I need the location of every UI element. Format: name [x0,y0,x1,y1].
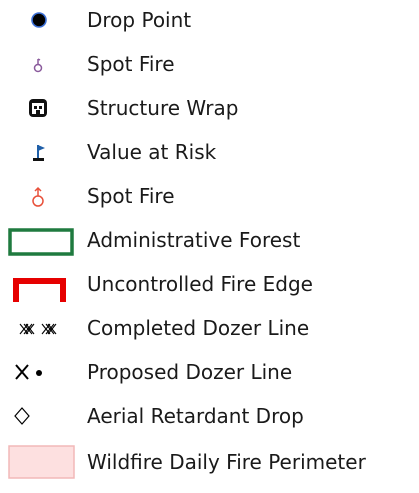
legend-item-drop-point: Drop Point [0,0,419,40]
aerial-retardant-drop-icon [0,396,80,436]
spot-fire-icon [0,176,80,216]
value-at-risk-flag-icon [0,132,80,172]
legend-item-aerial-retardant-drop: Aerial Retardant Drop [0,396,419,436]
legend-item-uncontrolled-fire-edge: Uncontrolled Fire Edge [0,264,419,304]
legend-label: Administrative Forest [87,228,301,252]
legend-item-spot-fire: Spot Fire [0,176,419,216]
wildfire-perimeter-swatch-icon [0,442,80,482]
legend-label: Wildfire Daily Fire Perimeter [87,450,366,474]
legend-item-value-at-risk: Value at Risk [0,132,419,172]
drop-point-icon [0,0,80,40]
legend-label: Spot Fire [87,184,175,208]
completed-dozer-line-icon [0,308,80,348]
spot-fire-small-icon [0,44,80,84]
legend-item-administrative-forest: Administrative Forest [0,220,419,260]
legend-label: Value at Risk [87,140,217,164]
legend-label: Completed Dozer Line [87,316,310,340]
legend-label: Aerial Retardant Drop [87,404,304,428]
structure-wrap-icon [0,88,80,128]
legend-label: Proposed Dozer Line [87,360,293,384]
legend-label: Uncontrolled Fire Edge [87,272,313,296]
administrative-forest-box-icon [0,220,80,260]
legend-item-proposed-dozer-line: Proposed Dozer Line [0,352,419,392]
legend-item-spot-fire-small: Spot Fire [0,44,419,84]
legend-item-completed-dozer-line: Completed Dozer Line [0,308,419,348]
legend-item-wildfire-daily-fire-perimeter: Wildfire Daily Fire Perimeter [0,442,419,482]
legend-label: Structure Wrap [87,96,239,120]
legend-label: Drop Point [87,8,192,32]
proposed-dozer-line-icon [0,352,80,392]
uncontrolled-fire-edge-icon [0,264,80,304]
map-legend: Drop Point Spot Fire Structure Wrap Valu… [0,0,419,493]
legend-item-structure-wrap: Structure Wrap [0,88,419,128]
legend-label: Spot Fire [87,52,175,76]
